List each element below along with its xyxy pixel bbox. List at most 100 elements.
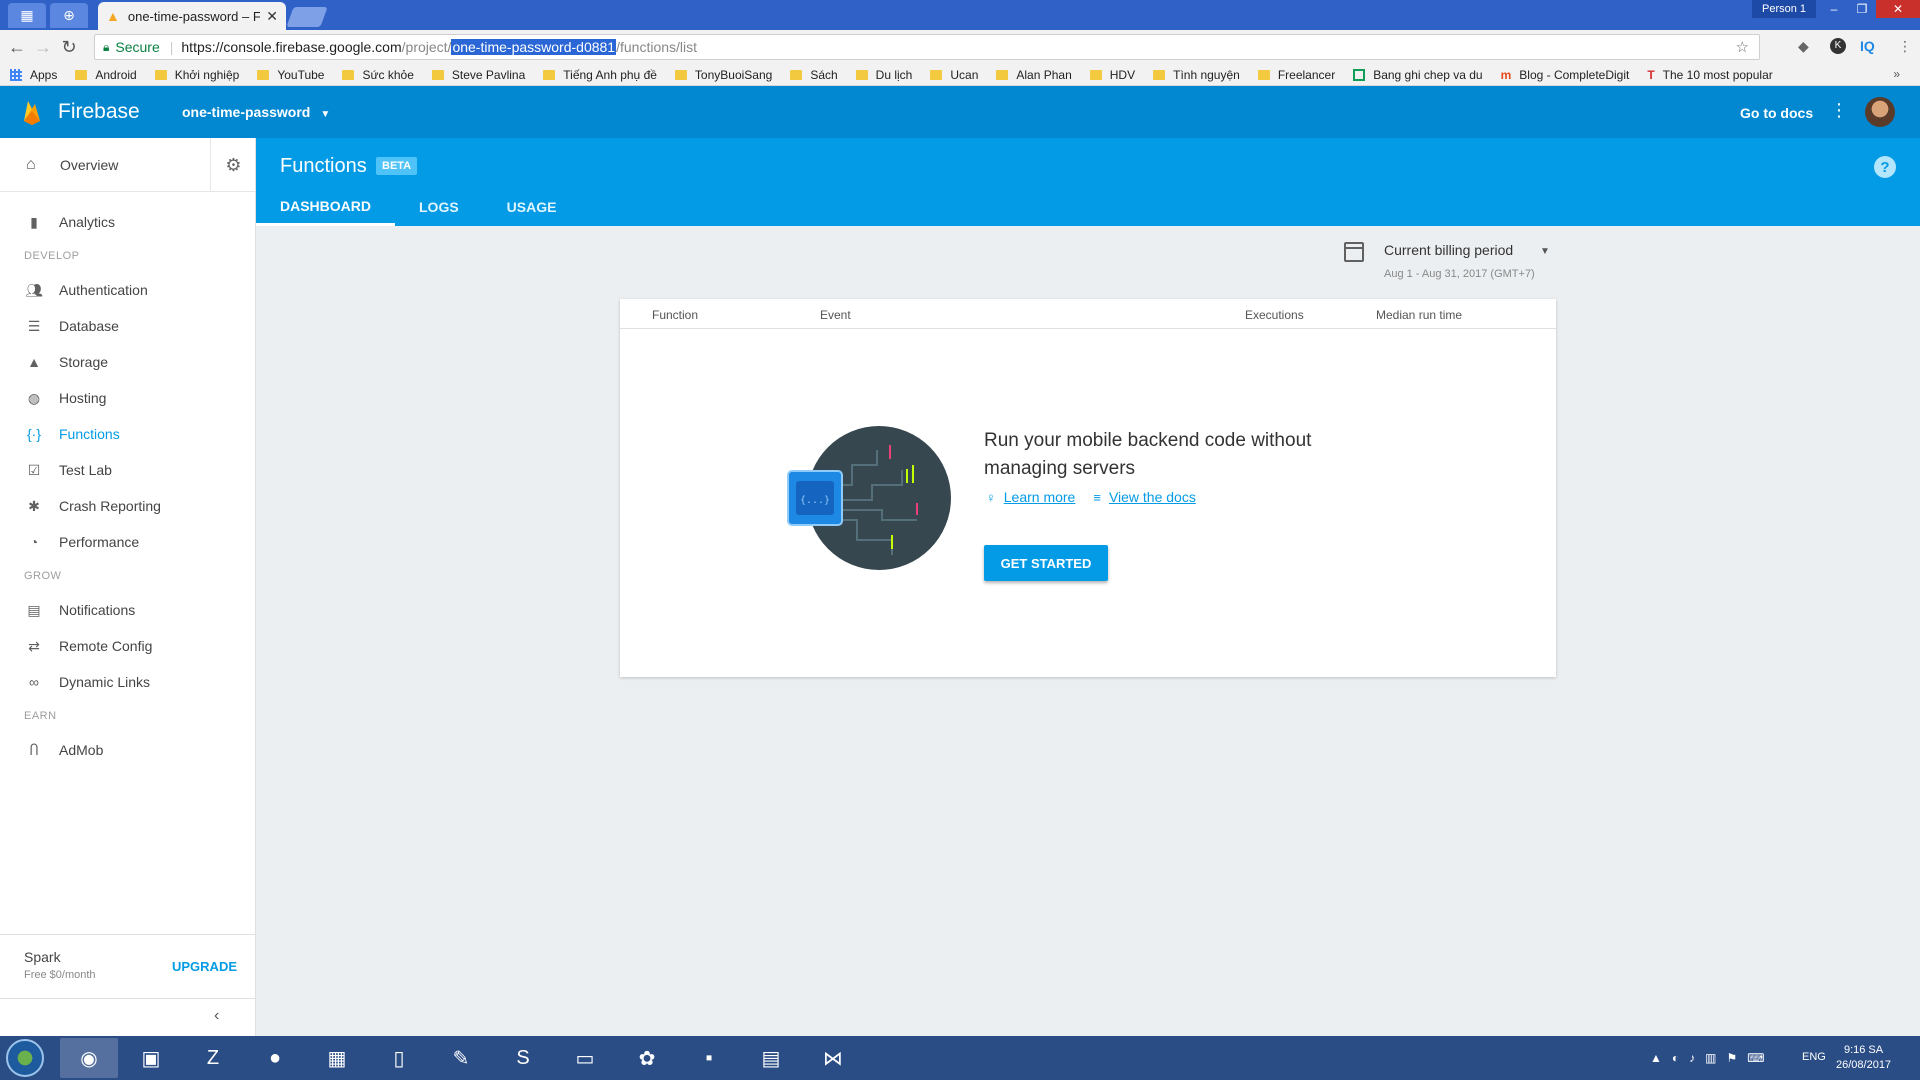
reload-icon[interactable]: ↻ bbox=[56, 37, 82, 58]
bookmark-label: Tình nguyện bbox=[1173, 67, 1240, 82]
separator: | bbox=[169, 39, 174, 55]
sidebar: ⌂ Overview ⚙ ▮ Analytics DEVELOP 👥︎ Authen… bbox=[0, 138, 256, 1036]
bookmark-folder[interactable]: Du lịch bbox=[855, 68, 912, 82]
bookmark-sheet[interactable]: Bang ghi chep va du bbox=[1353, 68, 1483, 82]
folder-taskbar-icon[interactable]: ▭ bbox=[556, 1038, 614, 1078]
sidebar-item-remote-config[interactable]: ⇄ Remote Config bbox=[0, 628, 255, 664]
bookmark-folder[interactable]: Khởi nghiệp bbox=[154, 68, 239, 82]
sidebar-item-crash-reporting[interactable]: ✱ Crash Reporting bbox=[0, 488, 255, 524]
sidebar-item-functions[interactable]: {·} Functions bbox=[0, 416, 255, 452]
profile-button[interactable]: Person 1 bbox=[1752, 0, 1816, 18]
extension-k-icon[interactable]: K bbox=[1830, 38, 1846, 54]
active-tab[interactable]: ▲ one-time-password – Fu ✕ bbox=[98, 2, 286, 30]
back-icon[interactable]: ← bbox=[4, 37, 30, 58]
database-icon: ☰ bbox=[27, 317, 41, 334]
explorer-taskbar-icon[interactable]: ▣ bbox=[122, 1038, 180, 1078]
project-selector[interactable]: one-time-password ▼ bbox=[182, 104, 330, 120]
skype-taskbar-icon[interactable]: S bbox=[494, 1038, 552, 1078]
bookmark-article[interactable]: T The 10 most popular bbox=[1647, 68, 1772, 82]
bookmark-folder[interactable]: HDV bbox=[1089, 68, 1135, 82]
bookmark-folder[interactable]: Tiếng Anh phụ đề bbox=[543, 68, 657, 82]
sidebar-item-test-lab[interactable]: ☑ Test Lab bbox=[0, 452, 255, 488]
tray-arrow-icon[interactable]: ▲ bbox=[1650, 1051, 1662, 1065]
vscode-taskbar-icon[interactable]: ⋈ bbox=[804, 1038, 862, 1078]
bug-icon: ✱ bbox=[28, 497, 40, 514]
chrome-menu-icon[interactable]: ⋮ bbox=[1898, 38, 1912, 55]
settings-gear-icon[interactable]: ⚙ bbox=[210, 138, 256, 192]
sidebar-item-overview[interactable]: ⌂ Overview ⚙ bbox=[0, 138, 255, 192]
bookmark-folder[interactable]: Tình nguyện bbox=[1153, 68, 1240, 82]
collapse-sidebar[interactable]: ‹ bbox=[0, 998, 255, 1036]
bookmark-folder[interactable]: Sách bbox=[790, 68, 838, 82]
sidebar-item-dynamic-links[interactable]: ∞ Dynamic Links bbox=[0, 664, 255, 700]
upgrade-button[interactable]: UPGRADE bbox=[172, 959, 237, 974]
flag-icon[interactable]: ⚑ bbox=[1726, 1051, 1737, 1065]
bookmark-folder[interactable]: Android bbox=[75, 68, 137, 82]
extension-icon[interactable]: ◆ bbox=[1798, 38, 1809, 55]
test-lab-icon: ☑ bbox=[27, 461, 41, 478]
network-icon[interactable]: ▥ bbox=[1705, 1051, 1716, 1065]
forward-icon[interactable]: → bbox=[30, 37, 56, 58]
volume-icon[interactable]: ♪ bbox=[1689, 1051, 1695, 1065]
photos-taskbar-icon[interactable]: ▤ bbox=[742, 1038, 800, 1078]
sidebar-item-authentication[interactable]: 👥︎ Authentication bbox=[0, 272, 255, 308]
learn-more-link[interactable]: ♀ Learn more bbox=[986, 489, 1075, 505]
sidebar-item-hosting[interactable]: ◍ Hosting bbox=[0, 380, 255, 416]
bookmark-folder[interactable]: Alan Phan bbox=[996, 68, 1072, 82]
tab-usage[interactable]: USAGE bbox=[483, 188, 581, 226]
col-function: Function bbox=[652, 308, 699, 322]
tab-logs[interactable]: LOGS bbox=[395, 188, 483, 226]
bookmark-folder[interactable]: Steve Pavlina bbox=[431, 68, 525, 82]
sidebar-item-analytics[interactable]: ▮ Analytics bbox=[0, 204, 255, 240]
notepad-taskbar-icon[interactable]: ✎ bbox=[432, 1038, 490, 1078]
go-to-docs-link[interactable]: Go to docs bbox=[1740, 105, 1813, 121]
brand-name[interactable]: Firebase bbox=[58, 100, 140, 124]
close-window-icon[interactable]: ✕ bbox=[1876, 0, 1920, 18]
zalo-taskbar-icon[interactable]: Z bbox=[184, 1038, 242, 1078]
clock[interactable]: 9:16 SA 26/08/2017 bbox=[1836, 1043, 1891, 1073]
firefox-taskbar-icon[interactable]: ● bbox=[246, 1038, 304, 1078]
bookmark-star-icon[interactable]: ☆ bbox=[1736, 38, 1749, 56]
keyboard-icon[interactable]: ⌨ bbox=[1747, 1051, 1764, 1065]
sidebar-item-performance[interactable]: ◔ Performance bbox=[0, 524, 255, 560]
bookmark-folder[interactable]: Freelancer bbox=[1257, 68, 1335, 82]
minimize-icon[interactable]: – bbox=[1820, 0, 1848, 18]
bookmark-folder[interactable]: TonyBuoiSang bbox=[674, 68, 772, 82]
restore-icon[interactable]: ❐ bbox=[1848, 0, 1876, 18]
more-menu-icon[interactable]: ⋮ bbox=[1830, 100, 1848, 121]
extension-iq-icon[interactable]: IQ bbox=[1860, 38, 1875, 54]
folder-icon bbox=[342, 69, 355, 80]
firebase-logo-icon[interactable] bbox=[22, 99, 42, 125]
new-tab-button[interactable] bbox=[286, 7, 328, 27]
view-docs-link[interactable]: ≡ View the docs bbox=[1093, 489, 1196, 505]
bookmark-folder[interactable]: Ucan bbox=[930, 68, 978, 82]
bookmark-blog[interactable]: m Blog - CompleteDigit bbox=[1501, 68, 1630, 82]
firebase-header: Firebase one-time-password ▼ Go to docs ⋮ bbox=[0, 86, 1920, 138]
sidebar-item-database[interactable]: ☰ Database bbox=[0, 308, 255, 344]
tray-app-icon[interactable]: ◐ bbox=[1672, 1051, 1679, 1065]
bookmark-apps[interactable]: Apps bbox=[10, 68, 57, 82]
help-icon[interactable]: ? bbox=[1874, 156, 1896, 178]
tab-bar: DASHBOARD LOGS USAGE bbox=[256, 188, 580, 226]
close-tab-icon[interactable]: ✕ bbox=[266, 8, 278, 25]
terminal-taskbar-icon[interactable]: ▪ bbox=[680, 1038, 738, 1078]
paint-taskbar-icon[interactable]: ✿ bbox=[618, 1038, 676, 1078]
sidebar-item-notifications[interactable]: ▤ Notifications bbox=[0, 592, 255, 628]
get-started-button[interactable]: GET STARTED bbox=[984, 545, 1108, 581]
avatar[interactable] bbox=[1865, 97, 1895, 127]
sidebar-item-admob[interactable]: Ⴖ AdMob bbox=[0, 732, 255, 768]
start-button[interactable] bbox=[6, 1039, 44, 1077]
url-input[interactable]: 🔒︎ Secure | https://console.firebase.goo… bbox=[94, 34, 1760, 60]
bookmarks-overflow[interactable]: » bbox=[1893, 67, 1900, 81]
globe-tab[interactable]: ⊕ bbox=[50, 3, 88, 28]
sidebar-item-storage[interactable]: ▲ Storage bbox=[0, 344, 255, 380]
bookmark-folder[interactable]: Sức khỏe bbox=[342, 68, 414, 82]
sheets-tab[interactable]: ▦ bbox=[8, 3, 46, 28]
chrome-taskbar-icon[interactable]: ◉ bbox=[60, 1038, 118, 1078]
language-indicator[interactable]: ENG bbox=[1802, 1051, 1826, 1063]
phone-taskbar-icon[interactable]: ▯ bbox=[370, 1038, 428, 1078]
app-taskbar-icon[interactable]: ▦ bbox=[308, 1038, 366, 1078]
bookmark-folder[interactable]: YouTube bbox=[257, 68, 324, 82]
tab-dashboard[interactable]: DASHBOARD bbox=[256, 188, 395, 226]
gauge-icon: ◔ bbox=[29, 534, 39, 550]
